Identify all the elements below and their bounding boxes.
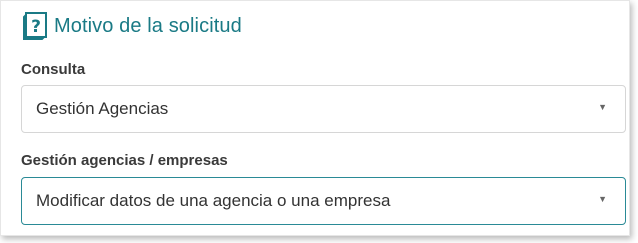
- consulta-label: Consulta: [21, 61, 86, 78]
- chevron-down-icon: ▼: [598, 194, 607, 204]
- gestion-agencias-select-value: Modificar datos de una agencia o una emp…: [36, 191, 391, 210]
- svg-text:?: ?: [31, 17, 41, 37]
- consulta-select-value: Gestión Agencias: [36, 99, 169, 118]
- gestion-agencias-select[interactable]: Modificar datos de una agencia o una emp…: [21, 177, 626, 225]
- request-reason-panel: ? Motivo de la solicitud Consulta Gestió…: [0, 0, 630, 236]
- chevron-down-icon: ▼: [598, 102, 607, 112]
- gestion-agencias-label: Gestión agencias / empresas: [21, 152, 228, 169]
- section-title: Motivo de la solicitud: [54, 14, 242, 37]
- consulta-select[interactable]: Gestión Agencias ▼: [21, 85, 626, 133]
- help-book-icon: ?: [21, 11, 49, 41]
- section-header: ? Motivo de la solicitud: [21, 11, 242, 41]
